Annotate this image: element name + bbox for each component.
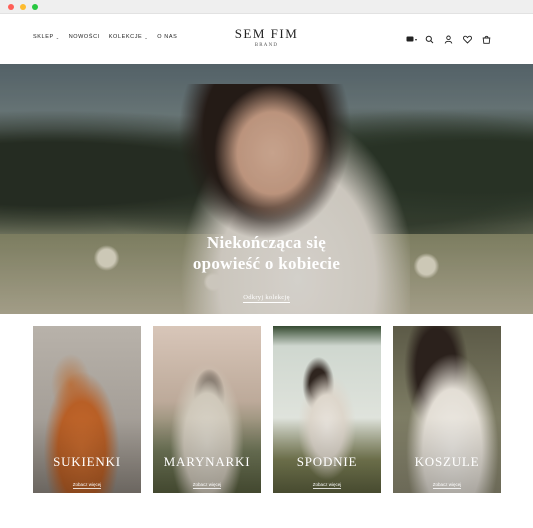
hero-title-line1: Niekończąca się [206, 233, 327, 252]
see-more-link[interactable]: Zobacz więcej [312, 482, 342, 489]
category-card-spodnie[interactable]: SPODNIE Zobacz więcej [273, 326, 381, 493]
hero-title-line2: opowieść o kobiecie [192, 254, 341, 273]
category-card-marynarki[interactable]: MARYNARKI Zobacz więcej [153, 326, 261, 493]
currency-icon[interactable] [406, 31, 417, 42]
see-more-link[interactable]: Zobacz więcej [192, 482, 222, 489]
hero-title: Niekończąca się opowieść o kobiecie [0, 232, 533, 274]
category-label: MARYNARKI [163, 454, 251, 469]
cart-icon[interactable] [482, 31, 491, 44]
site-header: SKLEP ⌄ NOWOŚCI KOLEKCJE ⌄ O NAS SEM FIM B… [0, 14, 533, 64]
search-icon[interactable] [425, 31, 434, 44]
maximize-window-button[interactable] [32, 4, 38, 10]
category-label: SPODNIE [296, 454, 358, 469]
hero-overlay [0, 64, 533, 314]
category-card-koszule[interactable]: KOSZULE Zobacz więcej [393, 326, 501, 493]
minimize-window-button[interactable] [20, 4, 26, 10]
see-more-link[interactable]: Zobacz więcej [72, 482, 102, 489]
header-icons [406, 31, 491, 44]
category-grid: SUKIENKI Zobacz więcej MARYNARKI Zobacz … [33, 326, 501, 493]
see-more-link[interactable]: Zobacz więcej [432, 482, 462, 489]
category-label: SUKIENKI [53, 454, 121, 469]
discover-collection-link[interactable]: Odkryj kolekcję [243, 294, 290, 303]
logo-sub-text: BRAND [254, 43, 279, 48]
close-window-button[interactable] [8, 4, 14, 10]
category-label: KOSZULE [414, 454, 480, 469]
hero-banner: Niekończąca się opowieść o kobiecie Odkr… [0, 64, 533, 314]
account-icon[interactable] [444, 31, 453, 44]
wishlist-icon[interactable] [463, 31, 472, 44]
category-card-sukienki[interactable]: SUKIENKI Zobacz więcej [33, 326, 141, 493]
browser-chrome [0, 0, 533, 14]
